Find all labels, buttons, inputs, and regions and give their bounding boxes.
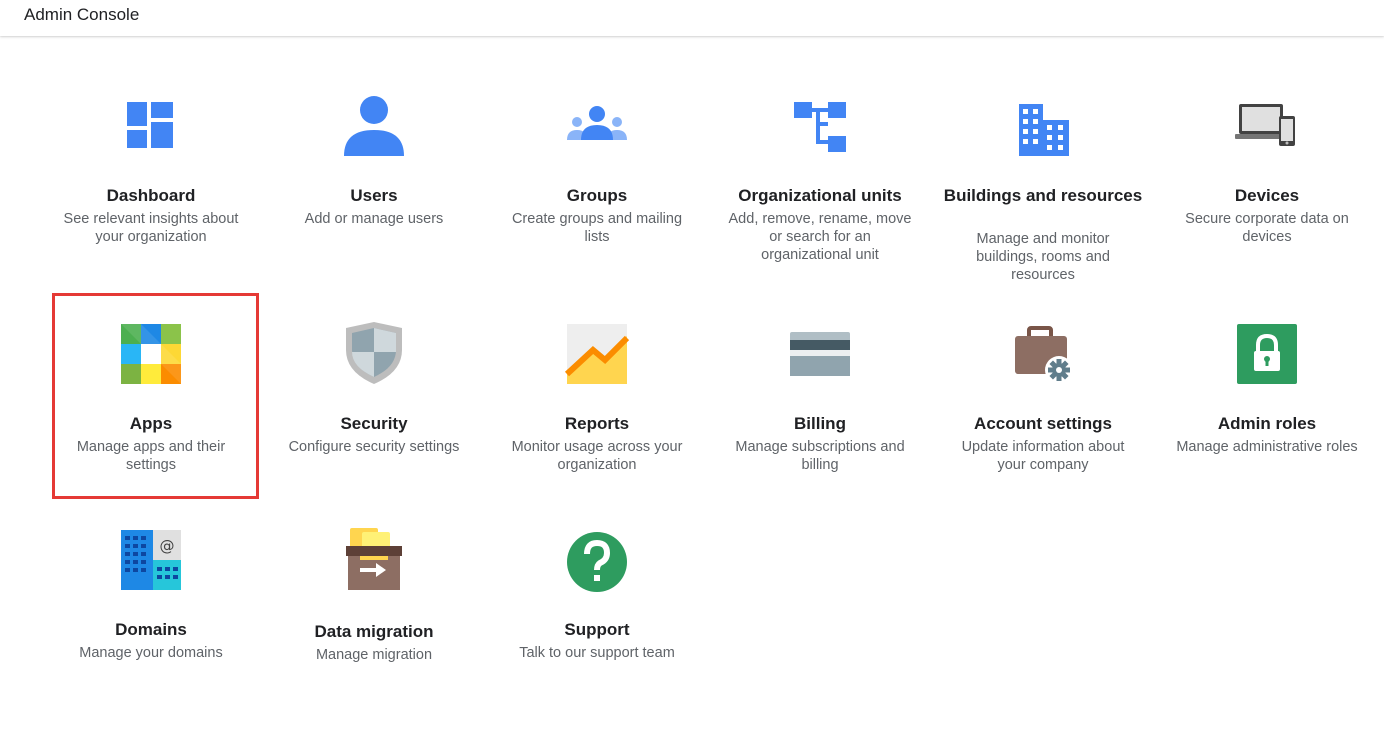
user-icon bbox=[342, 92, 406, 156]
tile-support[interactable]: Support Talk to our support team bbox=[492, 528, 702, 688]
building-icon bbox=[1011, 98, 1075, 162]
tile-title: Organizational units bbox=[738, 186, 902, 205]
data-migration-icon bbox=[342, 528, 406, 592]
tile-buildings-and-resources[interactable]: Buildings and resources Manage and monit… bbox=[938, 92, 1148, 292]
app-title: Admin Console bbox=[24, 5, 140, 24]
lock-icon bbox=[1237, 324, 1297, 384]
tile-description: See relevant insights about your organiz… bbox=[63, 211, 239, 245]
tile-title: Dashboard bbox=[106, 186, 196, 205]
tile-title: Data migration bbox=[314, 622, 434, 641]
reports-chart-icon bbox=[565, 322, 629, 386]
tile-organizational-units[interactable]: Organizational units Add, remove, rename… bbox=[715, 92, 925, 272]
tile-title: Users bbox=[350, 186, 398, 205]
tile-description: Manage your domains bbox=[79, 645, 223, 661]
tile-description: Monitor usage across your organization bbox=[511, 439, 683, 473]
tile-data-migration[interactable]: Data migration Manage migration bbox=[269, 528, 479, 678]
tile-title: Support bbox=[564, 620, 630, 639]
apps-icon bbox=[121, 324, 181, 384]
tile-account-settings[interactable]: Account settings Update information abou… bbox=[938, 320, 1148, 490]
tile-description: Manage migration bbox=[315, 647, 433, 663]
tile-description: Talk to our support team bbox=[519, 645, 675, 661]
tile-title: Reports bbox=[564, 414, 630, 433]
svg-text:@: @ bbox=[160, 537, 175, 555]
tile-description: Update information about your company bbox=[961, 439, 1125, 473]
help-icon bbox=[565, 530, 629, 594]
tile-title: Groups bbox=[566, 186, 628, 205]
tile-description: Add or manage users bbox=[304, 211, 444, 227]
groups-icon bbox=[565, 92, 629, 156]
tile-reports[interactable]: Reports Monitor usage across your organi… bbox=[492, 320, 702, 490]
tile-title: Domains bbox=[115, 620, 187, 639]
tile-title: Billing bbox=[794, 414, 846, 433]
dashboard-icon bbox=[119, 92, 183, 156]
tile-users[interactable]: Users Add or manage users bbox=[269, 92, 479, 242]
top-app-bar: Admin Console bbox=[0, 0, 1384, 36]
tile-admin-roles[interactable]: Admin roles Manage administrative roles bbox=[1162, 320, 1372, 490]
tile-description: Secure corporate data on devices bbox=[1185, 211, 1349, 245]
tile-groups[interactable]: Groups Create groups and mailing lists bbox=[492, 92, 702, 262]
domains-icon: @ bbox=[121, 530, 181, 590]
tile-title: Account settings bbox=[974, 414, 1112, 433]
tile-domains[interactable]: @ Domains Manage your domains bbox=[46, 528, 256, 678]
tile-dashboard[interactable]: Dashboard See relevant insights about yo… bbox=[46, 92, 256, 262]
tile-title: Buildings and resources bbox=[943, 186, 1143, 205]
tile-security[interactable]: Security Configure security settings bbox=[269, 320, 479, 490]
tile-description: Manage subscriptions and billing bbox=[735, 439, 905, 473]
shield-icon bbox=[342, 320, 406, 384]
tile-description: Add, remove, rename, move or search for … bbox=[728, 211, 912, 263]
org-units-icon bbox=[788, 98, 852, 162]
tile-billing[interactable]: Billing Manage subscriptions and billing bbox=[715, 320, 925, 490]
tile-devices[interactable]: Devices Secure corporate data on devices bbox=[1162, 92, 1372, 262]
tile-title: Admin roles bbox=[1217, 414, 1317, 433]
tile-description: Manage apps and their settings bbox=[76, 439, 226, 473]
tile-title: Security bbox=[340, 414, 408, 433]
tile-description: Create groups and mailing lists bbox=[511, 211, 683, 245]
tile-title: Apps bbox=[129, 414, 173, 433]
tile-description: Manage administrative roles bbox=[1176, 439, 1358, 455]
briefcase-gear-icon bbox=[1011, 322, 1075, 386]
credit-card-icon bbox=[788, 322, 852, 386]
tile-title: Devices bbox=[1234, 186, 1300, 205]
tile-description: Configure security settings bbox=[288, 439, 460, 455]
tile-description: Manage and monitor buildings, rooms and … bbox=[976, 231, 1110, 283]
devices-icon bbox=[1235, 94, 1299, 158]
tile-apps[interactable]: Apps Manage apps and their settings bbox=[46, 320, 256, 490]
